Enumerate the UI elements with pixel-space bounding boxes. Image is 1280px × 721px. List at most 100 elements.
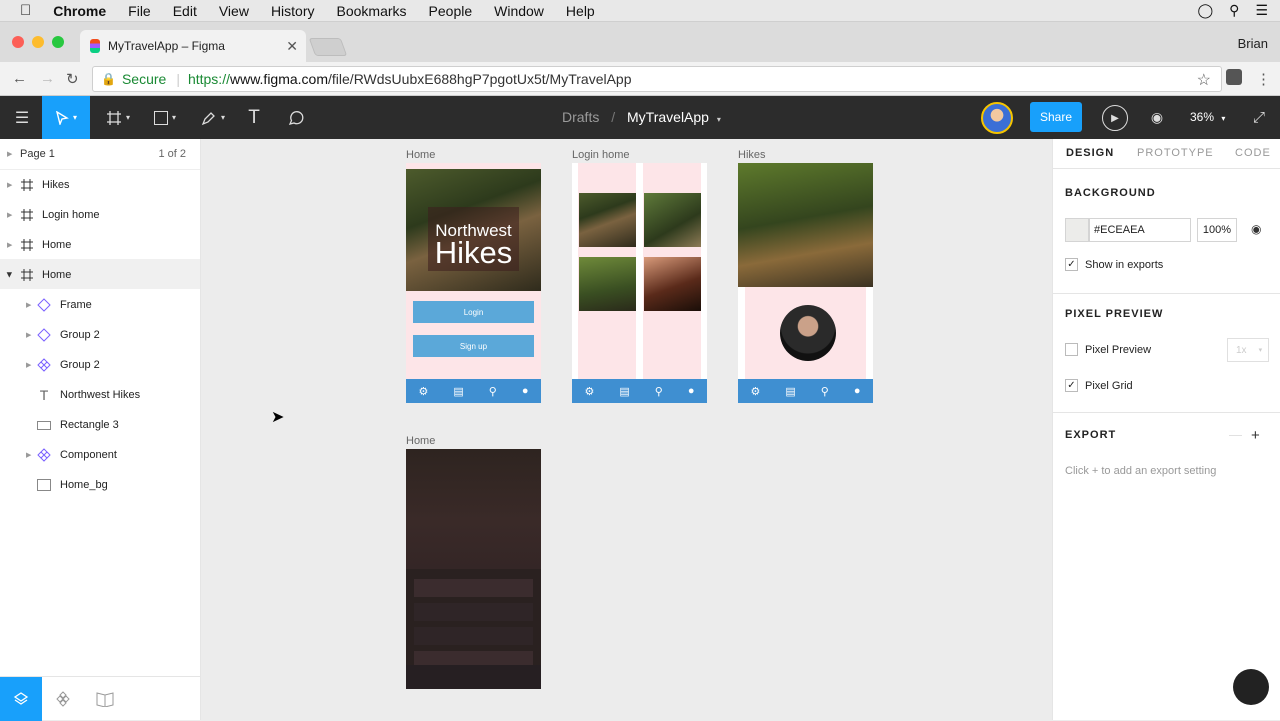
browser-tab-active[interactable]: MyTravelApp – Figma ✕ — [80, 30, 306, 62]
apple-icon[interactable]:  — [20, 2, 31, 19]
window-close-button[interactable] — [12, 36, 24, 48]
menu-view[interactable]: View — [219, 3, 249, 19]
pixel-grid-checkbox[interactable]: ✓ — [1065, 379, 1078, 392]
frame-label-login-home[interactable]: Login home — [572, 149, 630, 161]
frame-label-home[interactable]: Home — [406, 149, 435, 161]
layer-row-hikes[interactable]: ▶ Hikes — [0, 170, 200, 200]
menu-window[interactable]: Window — [494, 3, 544, 19]
window-minimize-button[interactable] — [32, 36, 44, 48]
frame-tool-dropdown-icon[interactable]: ▾ — [126, 113, 130, 122]
pixel-preview-scale-select[interactable]: 1x ▾ — [1227, 338, 1269, 362]
main-menu-icon[interactable]: ☰ — [8, 96, 36, 139]
tab-prototype[interactable]: PROTOTYPE — [1137, 147, 1214, 159]
chrome-profile-name[interactable]: Brian — [1238, 36, 1268, 51]
view-eye-icon[interactable]: ◉ — [1146, 96, 1168, 139]
menu-help[interactable]: Help — [566, 3, 595, 19]
frame-label-hikes[interactable]: Hikes — [738, 149, 766, 161]
chrome-menu-icon[interactable]: ⋮ — [1256, 70, 1271, 88]
collapse-arrow-icon[interactable]: ▶ — [6, 272, 14, 277]
expand-arrow-icon[interactable]: ▶ — [26, 301, 31, 309]
present-play-icon[interactable]: ▶ — [1102, 105, 1128, 131]
reload-icon[interactable]: ↻ — [66, 70, 79, 88]
frame-label-home-2[interactable]: Home — [406, 435, 435, 447]
layer-row-login-home[interactable]: ▶ Login home — [0, 200, 200, 230]
layer-row-rectangle-3[interactable]: Rectangle 3 — [0, 410, 200, 440]
help-button[interactable] — [1233, 669, 1269, 705]
comment-tool-button[interactable] — [284, 96, 308, 139]
layer-row-home-bg[interactable]: Home_bg — [0, 470, 200, 500]
zoom-dropdown-icon[interactable]: ▾ — [1221, 114, 1225, 123]
tab-close-icon[interactable]: ✕ — [286, 38, 298, 55]
breadcrumb-separator: / — [611, 109, 616, 125]
zoom-level[interactable]: 36% ▾ — [1190, 110, 1225, 124]
layers-tab-icon[interactable] — [0, 677, 42, 721]
expand-arrow-icon[interactable]: ▶ — [7, 241, 12, 249]
expand-arrow-icon[interactable]: ▶ — [26, 361, 31, 369]
breadcrumb-drafts[interactable]: Drafts — [562, 109, 599, 125]
shape-tool-dropdown-icon[interactable]: ▾ — [172, 113, 176, 122]
background-hex-input[interactable]: #ECEAEA — [1089, 218, 1191, 242]
export-add-icon[interactable]: + — [1251, 427, 1260, 444]
menu-app-name[interactable]: Chrome — [53, 3, 106, 19]
layer-row-home-expanded[interactable]: ▶ Home — [0, 260, 200, 290]
frame-hikes[interactable]: ⚙ ▤ ⚲ ● — [738, 163, 873, 403]
shape-tool-button[interactable]: ▾ — [146, 96, 184, 139]
text-tool-icon[interactable]: T — [242, 96, 266, 139]
expand-arrow-icon[interactable]: ▶ — [7, 211, 12, 219]
pixel-grid-row[interactable]: ✓ Pixel Grid — [1065, 379, 1133, 392]
menu-bookmarks[interactable]: Bookmarks — [337, 3, 407, 19]
menu-history[interactable]: History — [271, 3, 315, 19]
page-selector[interactable]: ▶ Page 1 1 of 2 — [0, 139, 200, 169]
frame-home[interactable]: Northwest Hikes Login Sign up ⚙ ▤ ⚲ ● — [406, 163, 541, 403]
text-layer-icon: T — [39, 387, 49, 403]
design-canvas[interactable]: Home Northwest Hikes Login Sign up ⚙ ▤ ⚲… — [201, 139, 1052, 720]
layer-row-group-2[interactable]: ▶ Group 2 — [0, 320, 200, 350]
show-in-exports-checkbox[interactable]: ✓ — [1065, 258, 1078, 271]
bookmark-star-icon[interactable]: ☆ — [1197, 70, 1211, 90]
new-tab-button[interactable] — [308, 38, 348, 56]
layer-row-group-2-component[interactable]: ▶ Group 2 — [0, 350, 200, 380]
frame-tool-button[interactable]: ▾ — [100, 96, 136, 139]
window-zoom-button[interactable] — [52, 36, 64, 48]
url-omnibox[interactable]: 🔒 Secure | https:// www.figma.com /file/… — [92, 66, 1222, 92]
visibility-eye-icon[interactable]: ◉ — [1251, 222, 1261, 236]
layer-row-component[interactable]: ▶ Component — [0, 440, 200, 470]
move-tool-dropdown-icon[interactable]: ▾ — [73, 113, 77, 122]
pen-tool-dropdown-icon[interactable]: ▾ — [221, 113, 225, 122]
frame-icon — [20, 238, 34, 252]
move-tool-button[interactable]: ▾ — [42, 96, 90, 139]
page-expand-arrow-icon[interactable]: ▶ — [7, 150, 12, 158]
extension-icon[interactable] — [1226, 69, 1242, 85]
tab-design[interactable]: DESIGN — [1066, 147, 1114, 159]
notification-center-icon[interactable]: ☰ — [1255, 2, 1268, 19]
menu-people[interactable]: People — [429, 3, 473, 19]
menu-edit[interactable]: Edit — [173, 3, 197, 19]
share-button[interactable]: Share — [1030, 102, 1082, 132]
tab-code[interactable]: CODE — [1235, 147, 1271, 159]
file-menu-dropdown-icon[interactable]: ▾ — [717, 115, 721, 124]
frame-login-home[interactable]: ⚙ ▤ ⚲ ● — [572, 163, 707, 403]
pixel-preview-checkbox[interactable] — [1065, 343, 1078, 356]
pixel-preview-row[interactable]: Pixel Preview — [1065, 343, 1151, 356]
expand-arrow-icon[interactable]: ▶ — [7, 181, 12, 189]
collaborator-avatar[interactable] — [981, 102, 1013, 134]
expand-arrow-icon[interactable]: ▶ — [26, 331, 31, 339]
spotlight-search-icon[interactable]: ⚲ — [1229, 2, 1239, 19]
back-arrow-icon[interactable]: ← — [12, 70, 27, 87]
expand-arrow-icon[interactable]: ▶ — [26, 451, 31, 459]
creative-cloud-icon[interactable]: ◯ — [1198, 2, 1214, 19]
background-opacity-input[interactable]: 100% — [1197, 218, 1237, 242]
frame-home-dark[interactable] — [406, 449, 541, 689]
forward-arrow-icon[interactable]: → — [40, 70, 55, 87]
layer-row-northwest-hikes[interactable]: T Northwest Hikes — [0, 380, 200, 410]
menu-file[interactable]: File — [128, 3, 151, 19]
background-color-swatch[interactable] — [1065, 218, 1089, 242]
layer-row-frame[interactable]: ▶ Frame — [0, 290, 200, 320]
show-in-exports-row[interactable]: ✓ Show in exports — [1065, 258, 1163, 271]
team-library-book-icon[interactable] — [84, 677, 126, 721]
fullscreen-expand-icon[interactable]: ⤢ — [1248, 96, 1270, 139]
layer-row-home[interactable]: ▶ Home — [0, 230, 200, 260]
breadcrumb-file-name[interactable]: MyTravelApp — [627, 109, 709, 125]
components-tab-icon[interactable] — [42, 677, 84, 721]
pen-tool-button[interactable]: ▾ — [194, 96, 232, 139]
